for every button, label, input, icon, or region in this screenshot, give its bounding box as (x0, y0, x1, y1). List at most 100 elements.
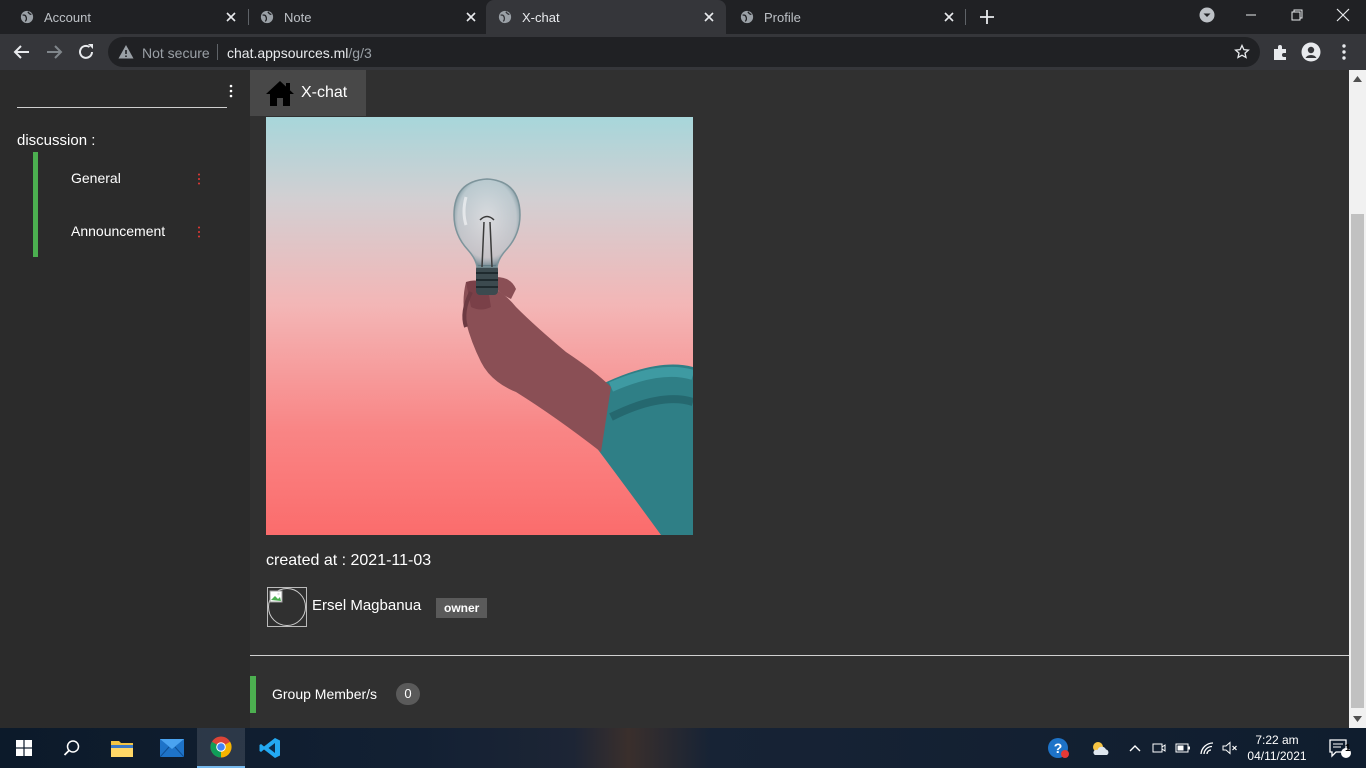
group-members-label: Group Member/s (272, 686, 378, 702)
weather-icon (1093, 742, 1109, 755)
url-text: chat.appsources.ml/g/3 (227, 45, 372, 61)
globe-icon (260, 10, 274, 24)
content-divider (250, 655, 1349, 656)
clock-time: 7:22 am (1255, 733, 1299, 747)
sidebar: discussion : General Announcement (0, 70, 250, 728)
owner-avatar[interactable] (267, 587, 307, 627)
bookmark-star-icon[interactable] (1234, 44, 1250, 60)
url-host: chat.appsources.ml (227, 45, 349, 61)
chevron-up-icon (1129, 745, 1141, 752)
tab-note[interactable]: Note (240, 0, 488, 34)
battery-icon (1175, 743, 1190, 753)
close-window-button[interactable] (1320, 0, 1366, 30)
page-viewport: discussion : General Announcement X-chat (0, 70, 1366, 728)
browser-tab-strip: Account Note X-chat Profile (0, 0, 1366, 34)
tray-battery[interactable] (1172, 728, 1194, 768)
action-center-button[interactable]: 1 (1318, 728, 1362, 768)
tab-label: Account (44, 9, 91, 25)
chevron-down-circle-icon (1199, 7, 1215, 23)
back-arrow-icon[interactable] (12, 42, 32, 62)
group-members-toggle[interactable]: Group Member/s 0 (250, 676, 550, 713)
minimize-button[interactable] (1228, 0, 1274, 30)
globe-icon (498, 10, 512, 24)
folder-icon (111, 741, 133, 757)
tray-clock[interactable]: 7:22 am 04/11/2021 (1240, 732, 1314, 764)
profile-avatar-icon[interactable] (1301, 42, 1321, 62)
taskbar-vscode[interactable] (246, 728, 294, 768)
tray-volume[interactable] (1219, 728, 1241, 768)
tab-label: Profile (764, 9, 801, 25)
tray-meet-now[interactable] (1148, 728, 1170, 768)
minimize-icon (1246, 14, 1256, 16)
group-cover-image-lightbulb (266, 117, 693, 535)
tab-x-chat[interactable]: X-chat (486, 0, 726, 34)
group-members-count-badge: 0 (396, 683, 420, 705)
address-bar[interactable]: Not secure chat.appsources.ml/g/3 (108, 37, 1260, 67)
scroll-down-arrow-icon[interactable] (1353, 716, 1362, 722)
tab-label: X-chat (522, 9, 560, 25)
taskbar-chrome[interactable] (197, 728, 245, 768)
windows-logo-icon (16, 740, 32, 756)
browser-toolbar: Not secure chat.appsources.ml/g/3 (0, 34, 1366, 70)
close-icon[interactable] (224, 10, 238, 24)
close-icon (1336, 8, 1350, 22)
owner-name[interactable]: Ersel Magbanua (312, 597, 421, 614)
mail-icon (160, 739, 184, 757)
camera-icon (1152, 743, 1166, 753)
restore-icon (1291, 9, 1303, 21)
home-icon (266, 81, 294, 106)
tray-weather[interactable] (1086, 728, 1114, 768)
forward-arrow-icon[interactable] (44, 42, 64, 62)
broken-image-icon (269, 590, 283, 603)
volume-muted-icon (1222, 741, 1237, 755)
discussion-heading: discussion : (17, 132, 96, 149)
vscode-icon (259, 738, 280, 758)
tab-profile[interactable]: Profile (720, 0, 966, 34)
channel-label[interactable]: General (71, 170, 121, 186)
page-scrollbar[interactable] (1349, 70, 1366, 728)
sidebar-divider (17, 107, 227, 108)
close-icon[interactable] (464, 10, 478, 24)
close-icon[interactable] (942, 10, 956, 24)
taskbar-search-button[interactable] (48, 728, 96, 768)
scroll-up-arrow-icon[interactable] (1353, 76, 1362, 82)
search-icon (63, 740, 80, 756)
tab-search-button[interactable] (1184, 0, 1230, 30)
sidebar-menu-kebab-icon[interactable] (226, 83, 236, 99)
home-link[interactable]: X-chat (250, 70, 366, 116)
channel-label[interactable]: Announcement (71, 223, 165, 239)
url-path: /g/3 (348, 45, 372, 61)
globe-icon (20, 10, 34, 24)
tab-label: Note (284, 9, 312, 25)
warning-triangle-icon[interactable] (118, 44, 134, 60)
close-icon[interactable] (702, 10, 716, 24)
created-at-text: created at : 2021-11-03 (266, 552, 432, 569)
owner-badge: owner (436, 598, 488, 618)
help-question-icon: ? (1048, 738, 1069, 758)
channel-options-kebab-icon[interactable] (196, 225, 202, 239)
new-tab-plus-icon[interactable] (978, 8, 996, 26)
tray-help[interactable]: ? (1044, 728, 1072, 768)
channel-options-kebab-icon[interactable] (196, 172, 202, 186)
tray-show-hidden[interactable] (1124, 728, 1146, 768)
svg-text:?: ? (1054, 740, 1063, 756)
clock-date: 04/11/2021 (1247, 749, 1307, 763)
taskbar-file-explorer[interactable] (98, 728, 146, 768)
taskbar-mail[interactable] (148, 728, 196, 768)
extensions-puzzle-icon[interactable] (1270, 42, 1290, 62)
main-content: X-chat created at: 2021-11-03 Ersel Mag… (250, 70, 1349, 728)
chrome-icon (210, 736, 232, 758)
tab-account[interactable]: Account (0, 0, 248, 34)
start-button[interactable] (0, 728, 48, 768)
notification-count: 1 (1345, 743, 1351, 754)
reload-icon[interactable] (76, 42, 96, 62)
browser-menu-kebab-icon[interactable] (1334, 42, 1354, 62)
globe-icon (740, 10, 754, 24)
windows-taskbar: ? 7:22 am 04/11/2021 1 (0, 728, 1366, 768)
restore-button[interactable] (1274, 0, 1320, 30)
security-label: Not secure (142, 45, 210, 61)
scrollbar-thumb[interactable] (1351, 214, 1364, 708)
brand-label: X-chat (301, 84, 348, 101)
tray-wifi[interactable] (1196, 728, 1218, 768)
tab-divider (965, 9, 966, 25)
